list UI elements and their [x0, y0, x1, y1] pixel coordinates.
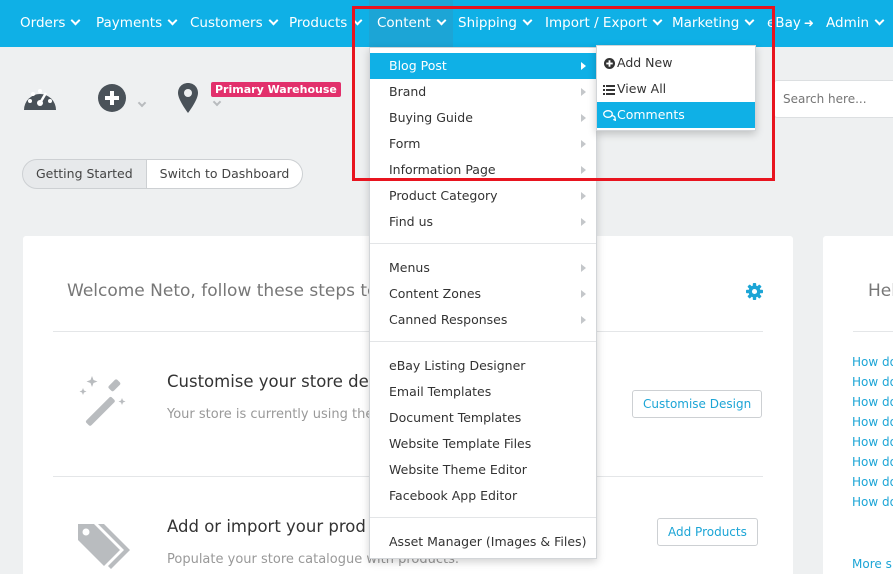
help-link[interactable]: How do [852, 395, 893, 409]
nav-products[interactable]: Products [289, 0, 363, 47]
menu-item-blog-post[interactable]: Blog Post [370, 53, 596, 79]
help-title: Hel [868, 281, 893, 301]
chevron-down-icon [744, 15, 755, 26]
getting-started-button[interactable]: Getting Started [22, 159, 147, 189]
menu-item-brand[interactable]: Brand [370, 79, 596, 105]
menu-item-website-theme-editor[interactable]: Website Theme Editor [370, 457, 596, 483]
view-toggle: Getting Started Switch to Dashboard [22, 159, 304, 189]
switch-dashboard-button[interactable]: Switch to Dashboard [146, 159, 304, 189]
submenu-comments[interactable]: Comments [597, 102, 755, 128]
tags-icon [78, 524, 130, 569]
menu-divider [370, 243, 596, 244]
menu-item-buying-guide[interactable]: Buying Guide [370, 105, 596, 131]
caret-right-icon [581, 114, 586, 122]
caret-right-icon [581, 192, 586, 200]
caret-right-icon [581, 316, 586, 324]
chevron-down-icon [167, 15, 178, 26]
blog-post-submenu: Add New View All Comments [596, 45, 756, 131]
chevron-down-icon[interactable] [212, 97, 222, 107]
caret-right-icon [581, 218, 586, 226]
caret-right-icon [581, 88, 586, 96]
list-icon [603, 76, 615, 102]
nav-orders[interactable]: Orders [20, 0, 81, 47]
chevron-down-icon[interactable] [137, 98, 147, 108]
menu-item-asset-manager[interactable]: Asset Manager (Images & Files) [370, 529, 596, 555]
chevron-down-icon [436, 15, 447, 26]
nav-ebay[interactable]: eBay ➜ [767, 0, 814, 47]
comments-icon [603, 102, 617, 128]
step-customise-title: Customise your store de [167, 372, 369, 391]
caret-right-icon [581, 166, 586, 174]
customise-design-button[interactable]: Customise Design [632, 390, 763, 418]
nav-customers[interactable]: Customers [190, 0, 279, 47]
add-circle-icon[interactable] [97, 83, 127, 113]
map-marker-icon[interactable] [177, 82, 199, 114]
chevron-down-icon [522, 15, 533, 26]
step-products-title: Add or import your prod [167, 517, 366, 536]
submenu-add-new[interactable]: Add New [597, 50, 755, 76]
add-products-button[interactable]: Add Products [657, 518, 758, 546]
chevron-down-icon [70, 15, 81, 26]
caret-right-icon [581, 290, 586, 298]
help-more-link[interactable]: More s [852, 557, 892, 571]
help-link[interactable]: How do [852, 455, 893, 469]
sign-in-icon: ➜ [803, 16, 814, 30]
content-dropdown-menu: Blog Post Brand Buying Guide Form Inform… [369, 47, 597, 559]
help-link[interactable]: How do [852, 435, 893, 449]
divider [853, 331, 893, 332]
menu-item-email-templates[interactable]: Email Templates [370, 379, 596, 405]
caret-right-icon [581, 264, 586, 272]
menu-item-find-us[interactable]: Find us [370, 209, 596, 235]
gear-icon[interactable] [746, 283, 763, 300]
chevron-down-icon [652, 15, 663, 26]
welcome-title: Welcome Neto, follow these steps to [67, 281, 378, 301]
nav-import-export[interactable]: Import / Export [545, 0, 663, 47]
nav-marketing[interactable]: Marketing [672, 0, 755, 47]
help-link[interactable]: How do [852, 495, 893, 509]
nav-payments[interactable]: Payments [96, 0, 178, 47]
menu-item-website-template-files[interactable]: Website Template Files [370, 431, 596, 457]
magic-wand-icon [79, 376, 126, 426]
submenu-view-all[interactable]: View All [597, 76, 755, 102]
menu-item-product-category[interactable]: Product Category [370, 183, 596, 209]
menu-divider [370, 517, 596, 518]
dashboard-gauge-icon[interactable] [22, 84, 58, 112]
help-link[interactable]: How do [852, 415, 893, 429]
help-link[interactable]: How do [852, 355, 893, 369]
warehouse-badge[interactable]: Primary Warehouse [211, 82, 341, 97]
chevron-down-icon [352, 15, 363, 26]
menu-item-facebook-app-editor[interactable]: Facebook App Editor [370, 483, 596, 509]
nav-content[interactable]: Content [369, 0, 453, 47]
caret-right-icon [581, 62, 586, 70]
menu-item-form[interactable]: Form [370, 131, 596, 157]
search-input[interactable] [774, 80, 893, 118]
plus-circle-icon [603, 50, 615, 76]
top-nav: Orders Payments Customers Products Conte… [0, 0, 893, 47]
nav-shipping[interactable]: Shipping [458, 0, 533, 47]
menu-item-document-templates[interactable]: Document Templates [370, 405, 596, 431]
menu-item-menus[interactable]: Menus [370, 255, 596, 281]
help-link[interactable]: How do [852, 375, 893, 389]
menu-item-information-page[interactable]: Information Page [370, 157, 596, 183]
help-link[interactable]: How do [852, 475, 893, 489]
menu-item-content-zones[interactable]: Content Zones [370, 281, 596, 307]
step-customise-subtitle: Your store is currently using the [167, 407, 374, 422]
chevron-down-icon [874, 15, 885, 26]
nav-admin[interactable]: Admin [826, 0, 885, 47]
chevron-down-icon [268, 15, 279, 26]
menu-item-ebay-listing-designer[interactable]: eBay Listing Designer [370, 353, 596, 379]
caret-right-icon [581, 140, 586, 148]
menu-divider [370, 341, 596, 342]
menu-item-canned-responses[interactable]: Canned Responses [370, 307, 596, 333]
